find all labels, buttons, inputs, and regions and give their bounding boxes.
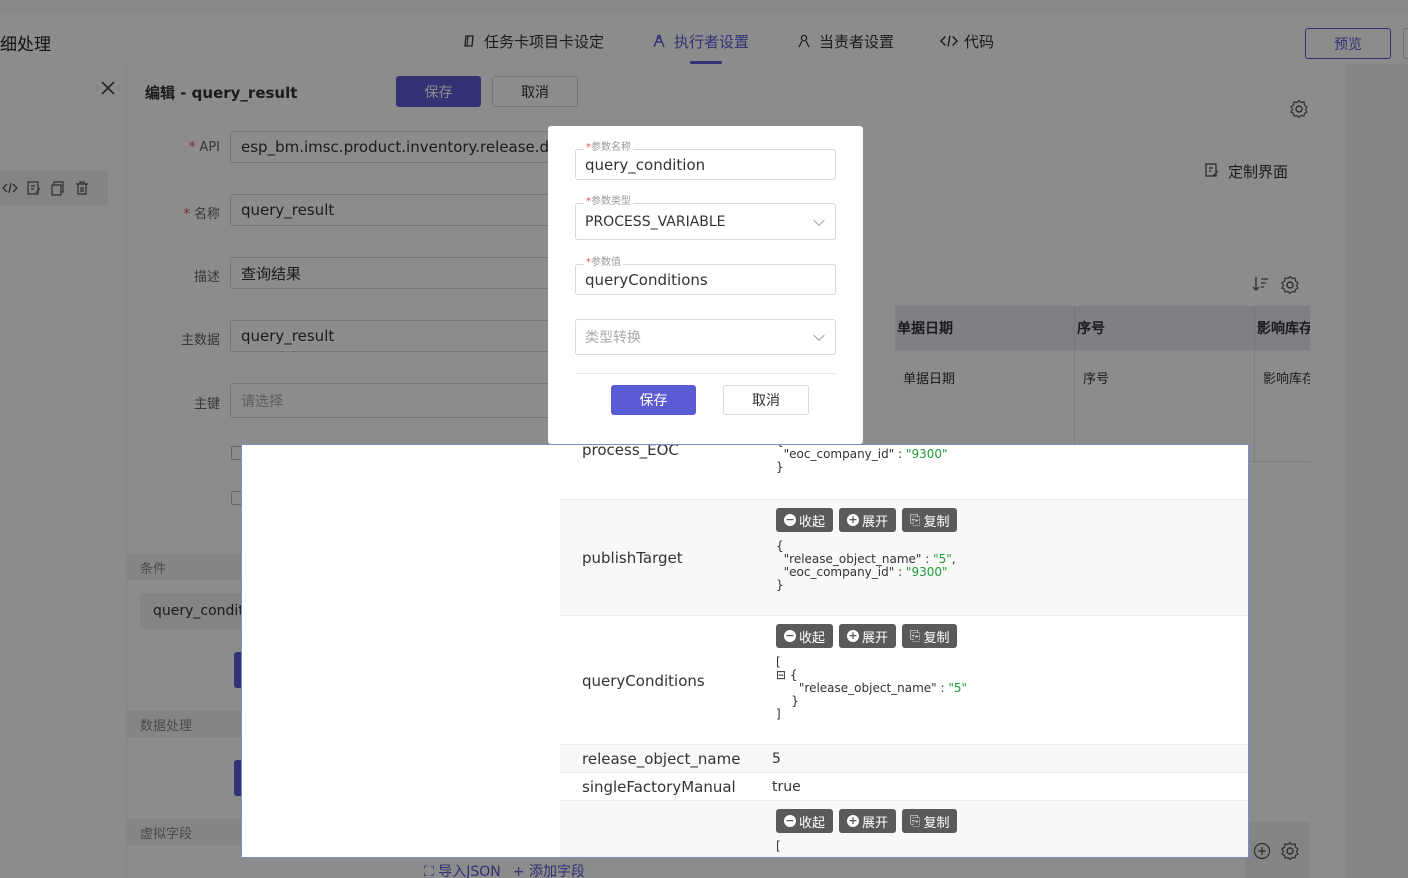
type-convert-select[interactable]: 类型转换 [575,319,836,355]
json-actions: − 收起 + 展开 ⎘ 复制 [776,809,958,833]
copy-icon: ⎘ [910,813,921,829]
collapse-button[interactable]: − 收起 [776,508,834,532]
minus-circle-icon: − [784,814,796,827]
minus-circle-icon: − [784,513,796,526]
chevron-down-icon [813,329,825,342]
expand-button[interactable]: + 展开 [839,508,897,532]
copy-button[interactable]: ⎘ 复制 [902,809,958,833]
json-code: [ ⊟ { "release_object_name" : "5" } ] [776,655,968,721]
json-value: 5 [772,751,781,767]
json-code: [ [776,839,781,853]
json-actions: − 收起 + 展开 ⎘ 复制 [776,624,958,648]
param-type-select[interactable]: *参数类型 PROCESS_VARIABLE [575,196,836,240]
json-row: singleFactoryManual true [560,773,1248,801]
json-viewer-panel: process_EOC { "eoc_company_id" : "9300" … [241,444,1249,858]
collapse-button[interactable]: − 收起 [776,809,834,833]
json-row: − 收起 + 展开 ⎘ 复制 [ [560,801,1248,857]
modal-cancel-button[interactable]: 取消 [723,385,809,415]
expand-button[interactable]: + 展开 [839,624,897,648]
plus-circle-icon: + [847,814,860,827]
collapse-button[interactable]: − 收起 [776,624,834,648]
json-value: true [772,779,801,795]
param-value-label: *参数值 [584,257,623,269]
json-key: publishTarget [582,549,683,567]
copy-icon: ⎘ [910,512,921,528]
json-key: process_EOC [582,444,679,459]
json-code: { "eoc_company_id" : "9300" } [776,445,948,474]
param-type-label: *参数类型 [584,196,633,208]
copy-button[interactable]: ⎘ 复制 [902,508,958,532]
chevron-down-icon [813,214,825,226]
param-value-input[interactable]: *参数值 queryConditions [575,257,836,295]
json-row: queryConditions − 收起 + 展开 ⎘ 复制 [ ⊟ { "relea… [560,616,1248,745]
param-name-label: *参数名称 [584,142,633,154]
parameter-modal: *参数名称 query_condition *参数类型 PROCESS_VARI… [548,126,863,444]
json-row: process_EOC { "eoc_company_id" : "9300" … [560,444,1248,500]
json-actions: − 收起 + 展开 ⎘ 复制 [776,508,958,532]
expand-button[interactable]: + 展开 [839,809,897,833]
collapse-node-icon[interactable]: ⊟ [776,668,786,682]
copy-icon: ⎘ [910,628,921,644]
param-name-input[interactable]: *参数名称 query_condition [575,142,836,180]
copy-button[interactable]: ⎘ 复制 [902,624,958,648]
json-key: queryConditions [582,672,705,690]
plus-circle-icon: + [847,513,860,526]
minus-circle-icon: − [784,629,796,642]
divider [575,373,836,374]
plus-circle-icon: + [847,629,860,642]
json-code: { "release_object_name" : "5", "eoc_comp… [776,539,956,592]
json-row: publishTarget − 收起 + 展开 ⎘ 复制 { "release_obj… [560,500,1248,616]
json-key: release_object_name [582,750,741,768]
modal-save-button[interactable]: 保存 [611,385,696,415]
json-row: release_object_name 5 [560,745,1248,773]
json-key: singleFactoryManual [582,778,736,796]
